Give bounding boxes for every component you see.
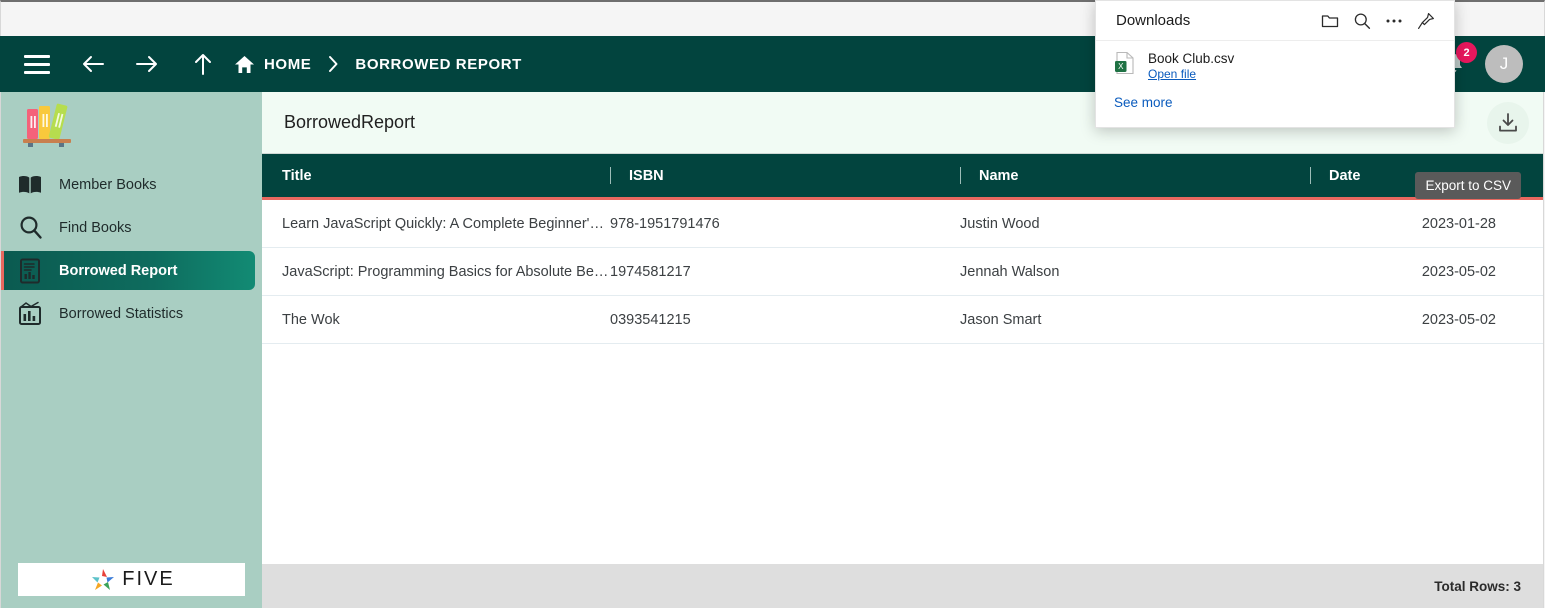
downloads-popup: Downloads X Book Club.csv Open file See …: [1095, 0, 1455, 128]
bar-chart-icon: [15, 301, 45, 326]
sidebar-item-label: Find Books: [59, 219, 132, 236]
sidebar-item-find-books[interactable]: Find Books: [1, 208, 262, 247]
home-icon: [235, 55, 254, 73]
back-button[interactable]: [76, 47, 110, 81]
ellipsis-icon: [1386, 19, 1402, 22]
export-to-csv-button[interactable]: [1487, 102, 1529, 144]
hamburger-icon: [24, 54, 50, 74]
column-divider[interactable]: [960, 167, 961, 184]
download-tray-icon: [1499, 113, 1517, 132]
cell-isbn: 1974581217: [610, 263, 691, 280]
total-rows-label: Total Rows: 3: [1434, 578, 1521, 594]
breadcrumb-home[interactable]: HOME: [234, 55, 311, 74]
column-header-label: Date: [1329, 167, 1361, 184]
folder-icon: [1321, 14, 1339, 27]
five-pinwheel-logo: [92, 568, 115, 590]
column-header-isbn[interactable]: ISBN: [610, 154, 960, 197]
arrow-left-icon: [83, 56, 104, 72]
notification-badge: 2: [1456, 42, 1477, 63]
column-divider[interactable]: [610, 167, 611, 184]
open-downloads-folder-button[interactable]: [1316, 7, 1344, 35]
sidebar-item-label: Member Books: [59, 176, 157, 193]
table-row[interactable]: JavaScript: Programming Basics for Absol…: [262, 248, 1543, 296]
cell-date: 2023-05-02: [1421, 311, 1496, 328]
cell-name: Jennah Walson: [960, 263, 1060, 280]
table-row[interactable]: Learn JavaScript Quickly: A Complete Beg…: [262, 200, 1543, 248]
downloads-title: Downloads: [1116, 12, 1191, 29]
cell-date: 2023-01-28: [1421, 215, 1496, 232]
see-more-link[interactable]: See more: [1096, 81, 1454, 110]
report-document-icon: [15, 258, 45, 284]
main-content: BorrowedReport Title ISBN Name Date Expo…: [262, 92, 1544, 608]
sidebar-item-borrowed-report[interactable]: Borrowed Report: [1, 251, 255, 290]
cell-title: The Wok: [282, 311, 340, 328]
panel-actions: [1487, 102, 1529, 144]
search-icon: [1354, 12, 1371, 29]
arrow-up-icon: [195, 54, 211, 75]
data-grid: Title ISBN Name Date Export to CSV Learn…: [262, 154, 1543, 608]
magnifier-icon: [15, 215, 45, 240]
download-item-meta: Book Club.csv Open file: [1148, 51, 1234, 81]
user-avatar[interactable]: J: [1485, 45, 1523, 83]
breadcrumb-separator: [327, 55, 339, 73]
column-header-label: Name: [979, 167, 1019, 184]
open-file-link[interactable]: Open file: [1148, 67, 1196, 81]
books-shelf-logo: [23, 103, 71, 147]
cell-title: Learn JavaScript Quickly: A Complete Beg…: [282, 215, 610, 232]
cell-isbn: 0393541215: [610, 311, 691, 328]
forward-button[interactable]: [130, 47, 164, 81]
cell-isbn: 978-1951791476: [610, 215, 720, 232]
breadcrumb-home-label: HOME: [264, 55, 312, 73]
app-logo: [1, 92, 262, 163]
export-to-csv-tooltip: Export to CSV: [1415, 172, 1521, 199]
arrow-right-icon: [136, 56, 157, 72]
five-footer-logo: FIVE: [18, 563, 245, 596]
page-title: BorrowedReport: [284, 112, 416, 132]
column-header-label: ISBN: [629, 167, 664, 184]
application-window: HOME BORROWED REPORT 2 J Member Books Fi…: [0, 0, 1545, 608]
downloads-more-options-button[interactable]: [1380, 7, 1408, 35]
search-downloads-button[interactable]: [1348, 7, 1376, 35]
cell-title: JavaScript: Programming Basics for Absol…: [282, 263, 609, 280]
download-list-item[interactable]: X Book Club.csv Open file: [1096, 41, 1454, 81]
up-button[interactable]: [186, 47, 220, 81]
column-header-title[interactable]: Title: [262, 154, 610, 197]
chevron-right-icon: [329, 56, 338, 72]
csv-file-icon: X: [1114, 51, 1136, 81]
cell-name: Jason Smart: [960, 311, 1042, 328]
sidebar-nav: Member Books Find Books Borrowed Report …: [1, 165, 262, 337]
pin-downloads-button[interactable]: [1412, 7, 1440, 35]
svg-text:X: X: [1118, 62, 1124, 71]
sidebar-item-label: Borrowed Report: [59, 262, 178, 279]
downloads-popup-header: Downloads: [1096, 1, 1454, 41]
hamburger-menu-button[interactable]: [20, 47, 54, 81]
pin-icon: [1418, 12, 1434, 29]
sidebar-item-member-books[interactable]: Member Books: [1, 165, 262, 204]
sidebar-item-borrowed-statistics[interactable]: Borrowed Statistics: [1, 294, 262, 333]
table-row[interactable]: The Wok 0393541215 Jason Smart 2023-05-0…: [262, 296, 1543, 344]
sidebar: Member Books Find Books Borrowed Report …: [0, 92, 262, 608]
grid-header-row: Title ISBN Name Date Export to CSV: [262, 154, 1543, 200]
avatar-initial: J: [1499, 54, 1509, 73]
breadcrumb-current-page: BORROWED REPORT: [355, 55, 522, 73]
cell-date: 2023-05-02: [1421, 263, 1496, 280]
five-logo-text: FIVE: [122, 568, 175, 590]
open-book-icon: [15, 174, 45, 196]
column-divider[interactable]: [1310, 167, 1311, 184]
status-bar: Total Rows: 3: [262, 564, 1544, 608]
sidebar-item-label: Borrowed Statistics: [59, 305, 184, 322]
download-file-name: Book Club.csv: [1148, 51, 1235, 66]
cell-name: Justin Wood: [960, 215, 1040, 232]
column-header-label: Title: [282, 167, 312, 184]
column-header-name[interactable]: Name: [960, 154, 1310, 197]
